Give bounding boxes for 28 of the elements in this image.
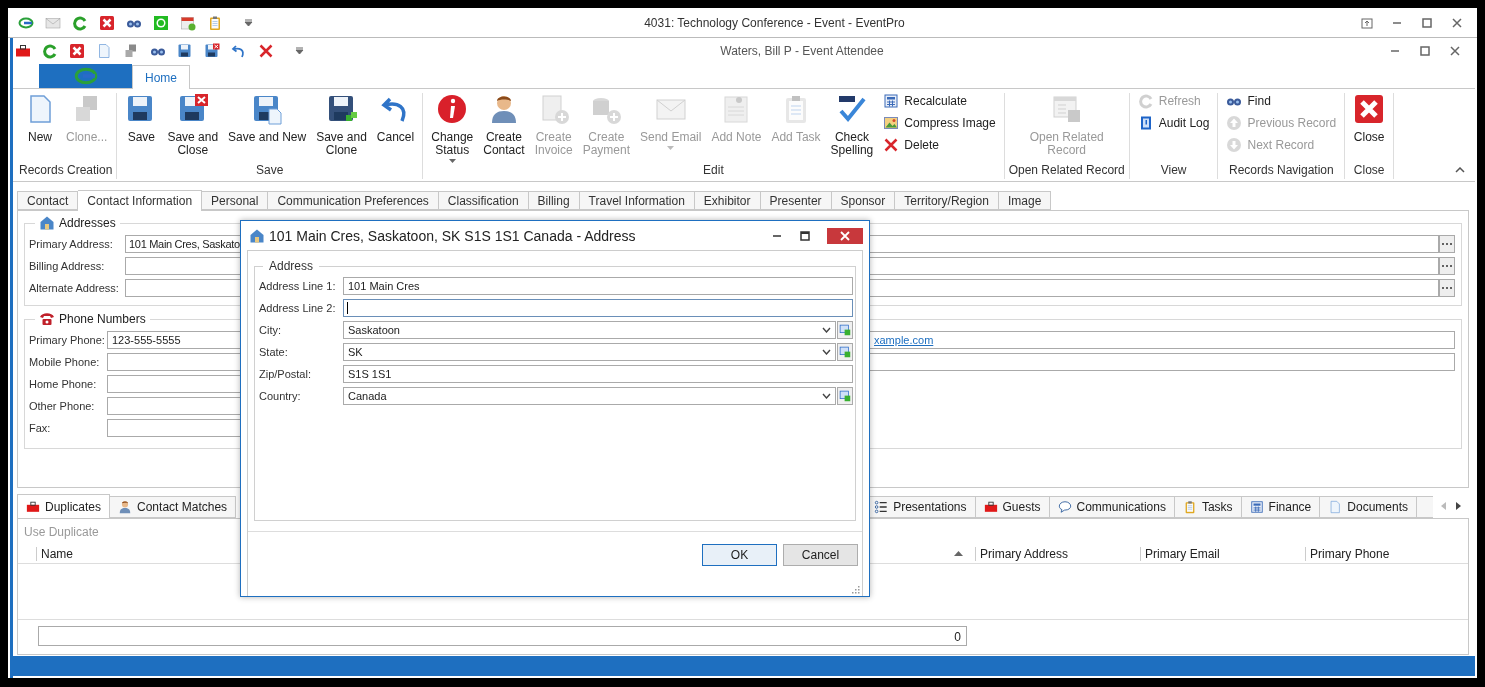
group-label: Records Creation	[19, 163, 113, 179]
group-label: Close	[1353, 163, 1385, 179]
group-label: Edit	[703, 163, 724, 179]
window-title: 4031: Technology Conference - Event - EventPro	[643, 15, 906, 30]
field-label: State:	[259, 346, 289, 358]
group-title: Addresses	[59, 216, 116, 230]
field-label: Alternate Address:	[29, 282, 120, 294]
field-label: Address Line 1:	[259, 280, 337, 292]
field-label: City:	[259, 324, 282, 336]
field-label: Primary Phone:	[29, 334, 106, 346]
dialog-title: 101 Main Cres, Saskatoon, SK S1S 1S1 Canada - Address	[269, 227, 637, 244]
field-label: Home Phone:	[29, 378, 98, 390]
group-label: Open Related Record	[1008, 163, 1125, 179]
group-label: Records Navigation	[1228, 163, 1334, 179]
document-title: Waters, Bill P - Event Attendee	[719, 43, 885, 58]
group-title: Address	[268, 259, 315, 273]
total-field: 0	[38, 626, 967, 646]
field-label: Country:	[259, 390, 302, 402]
group-label: Save	[256, 163, 284, 179]
group-label: View	[1160, 163, 1187, 179]
field-label: Primary Address:	[29, 238, 114, 250]
field-label: Mobile Phone:	[29, 356, 101, 368]
field-label: Billing Address:	[29, 260, 106, 272]
field-label: Zip/Postal:	[259, 368, 312, 380]
field-label: Other Phone:	[29, 400, 96, 412]
field-label: Fax:	[29, 422, 52, 434]
field-label: Address Line 2:	[259, 302, 337, 314]
group-title: Phone Numbers	[59, 312, 146, 326]
